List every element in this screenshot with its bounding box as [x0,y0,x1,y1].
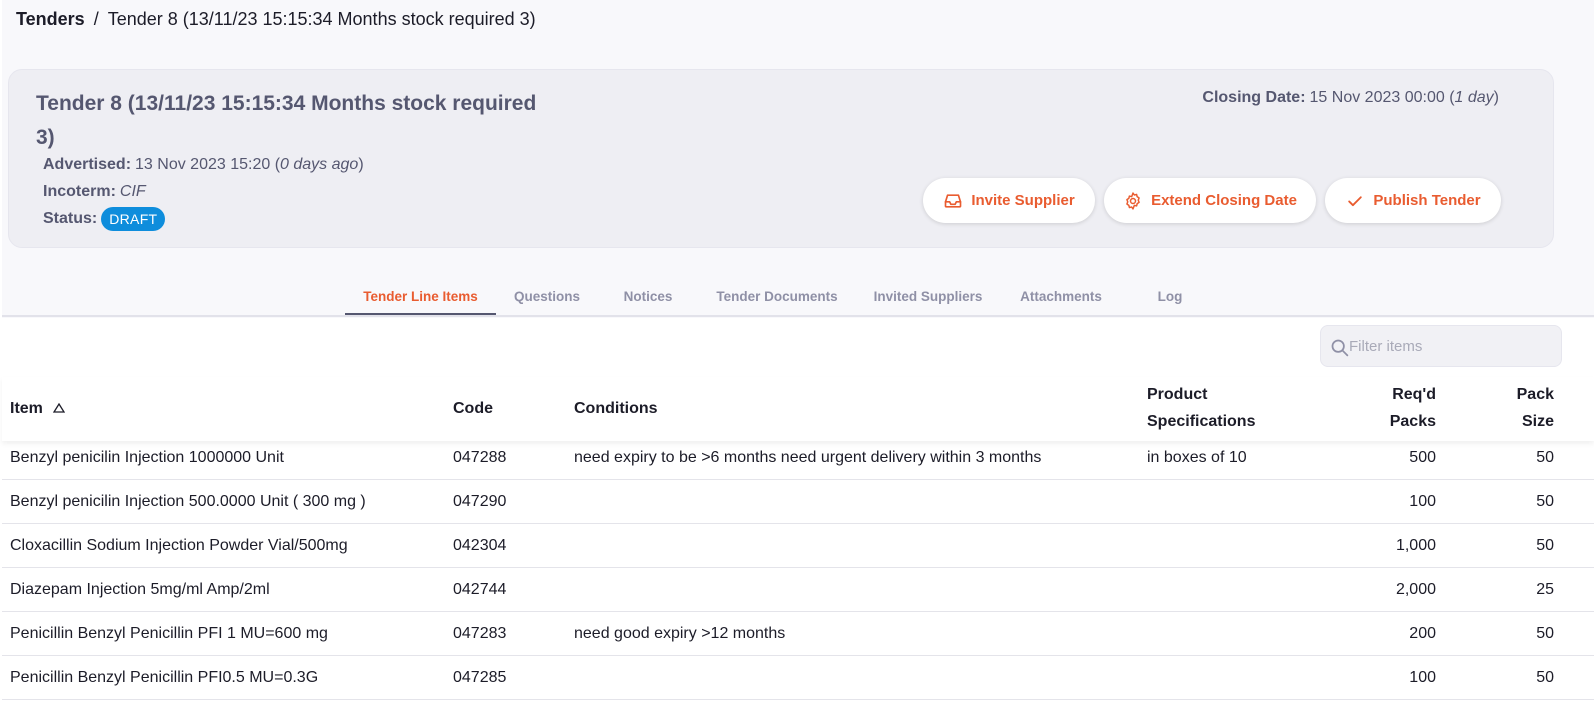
cell-pack-size: 50 [1536,669,1554,686]
closing-date-relative: 1 day [1454,89,1494,106]
column-header-code[interactable]: Code [453,395,493,422]
cell-reqd-packs: 1,000 [1395,537,1436,554]
cell-item: Benzyl penicilin Injection 1000000 Unit [10,449,284,466]
table-row[interactable]: Diazepam Injection 5mg/ml Amp/2ml 042744… [2,568,1594,612]
advertised-relative: 0 days ago [280,156,359,173]
publish-tender-label: Publish Tender [1373,192,1481,209]
cell-reqd-packs: 200 [1409,625,1436,642]
extend-closing-date-label: Extend Closing Date [1151,192,1297,209]
cell-conditions: need good expiry >12 months [574,625,786,642]
cell-item: Penicillin Benzyl Penicillin PFI 1 MU=60… [10,625,328,642]
check-icon [1345,191,1365,211]
cell-item: Penicillin Benzyl Penicillin PFI0.5 MU=0… [10,669,319,686]
publish-tender-button[interactable]: Publish Tender [1325,178,1501,223]
column-header-item-label: Item [10,400,43,417]
status-row: Status: DRAFT [43,207,166,231]
line-items-table-body: Benzyl penicilin Injection 1000000 Unit … [2,436,1594,700]
breadcrumb-tenders-link[interactable]: Tenders [16,9,85,29]
table-row[interactable]: Penicillin Benzyl Penicillin PFI0.5 MU=0… [2,656,1594,700]
cell-code: 047288 [453,449,507,466]
tab-invited-suppliers[interactable]: Invited Suppliers [856,279,1000,316]
breadcrumb-current: Tender 8 (13/11/23 15:15:34 Months stock… [107,9,536,29]
cell-reqd-packs: 100 [1409,493,1436,510]
column-header-reqd-packs-line2: Packs [1389,413,1436,430]
cell-item: Diazepam Injection 5mg/ml Amp/2ml [10,581,270,598]
tab-attachments[interactable]: Attachments [1000,279,1122,316]
column-header-reqd-packs-line1: Req'd [1392,386,1436,403]
tender-summary-card: Tender 8 (13/11/23 15:15:34 Months stock… [8,69,1554,248]
cell-item: Benzyl penicilin Injection 500.0000 Unit… [10,493,366,510]
closing-date-value: 15 Nov 2023 00:00 [1309,89,1445,106]
column-header-item[interactable]: Item [10,395,66,422]
closing-date-label: Closing Date: [1202,89,1306,106]
invite-supplier-label: Invite Supplier [971,192,1075,209]
cell-pack-size: 25 [1536,581,1554,598]
column-header-product-specifications[interactable]: Product Specifications [1147,381,1255,435]
cell-conditions: need expiry to be >6 months need urgent … [574,449,1042,466]
advertised-row: Advertised: 13 Nov 2023 15:20 (0 days ago… [43,156,364,173]
tab-questions[interactable]: Questions [496,279,598,316]
table-row[interactable]: Penicillin Benzyl Penicillin PFI 1 MU=60… [2,612,1594,656]
status-badge: DRAFT [101,207,166,231]
tender-detail-page: Tenders / Tender 8 (13/11/23 15:15:34 Mont… [0,0,1594,714]
breadcrumb: Tenders / Tender 8 (13/11/23 15:15:34 Mont… [16,8,536,30]
tab-notices[interactable]: Notices [598,279,698,316]
tender-tabs: Tender Line Items Questions Notices Tend… [345,279,1218,316]
breadcrumb-separator: / [93,9,99,29]
cell-code: 047290 [453,493,507,510]
sort-ascending-icon[interactable] [52,395,66,413]
advertised-value: 13 Nov 2023 15:20 [135,156,271,173]
column-header-conditions[interactable]: Conditions [574,395,658,422]
table-row[interactable]: Benzyl penicilin Injection 500.0000 Unit… [2,480,1594,524]
tabs-divider [2,315,1594,317]
cell-pack-size: 50 [1536,537,1554,554]
line-items-table-header: Item Code Conditions Product Specificati… [2,377,1594,441]
cell-item: Cloxacillin Sodium Injection Powder Vial… [10,537,348,554]
column-header-product-specifications-line1: Product [1147,386,1208,403]
closing-date: Closing Date: 15 Nov 2023 00:00 (1 day) [1202,89,1499,106]
cell-reqd-packs: 100 [1409,669,1436,686]
cell-pack-size: 50 [1536,493,1554,510]
search-icon [1329,337,1350,358]
status-label: Status: [43,210,98,228]
filter-items-field [1320,325,1562,367]
gear-icon [1123,191,1143,211]
cell-pack-size: 50 [1536,449,1554,466]
cell-code: 042304 [453,537,507,554]
column-header-pack-size[interactable]: Pack Size [1517,381,1554,435]
incoterm-label: Incoterm: [43,183,116,200]
tender-title: Tender 8 (13/11/23 15:15:34 Months stock… [36,92,537,149]
tab-log[interactable]: Log [1122,279,1218,316]
column-header-pack-size-line2: Size [1521,413,1554,430]
extend-closing-date-button[interactable]: Extend Closing Date [1104,178,1316,223]
cell-code: 047283 [453,625,507,642]
invite-supplier-button[interactable]: Invite Supplier [923,178,1095,223]
tab-tender-line-items[interactable]: Tender Line Items [345,279,496,316]
cell-code: 042744 [453,581,507,598]
cell-product-specifications: in boxes of 10 [1147,449,1247,466]
cell-code: 047285 [453,669,507,686]
column-header-reqd-packs[interactable]: Req'd Packs [1390,381,1436,435]
tab-tender-documents[interactable]: Tender Documents [698,279,856,316]
incoterm-value: CIF [119,183,146,200]
advertised-label: Advertised: [43,156,132,173]
cell-pack-size: 50 [1536,625,1554,642]
column-header-pack-size-line1: Pack [1516,386,1554,403]
inbox-icon [943,191,963,211]
cell-reqd-packs: 2,000 [1395,581,1436,598]
table-row[interactable]: Cloxacillin Sodium Injection Powder Vial… [2,524,1594,568]
filter-items-input[interactable] [1349,326,1555,366]
table-row[interactable]: Benzyl penicilin Injection 1000000 Unit … [2,436,1594,480]
column-header-product-specifications-line2: Specifications [1147,413,1256,430]
cell-reqd-packs: 500 [1409,449,1436,466]
incoterm-row: Incoterm: CIF [43,182,146,202]
